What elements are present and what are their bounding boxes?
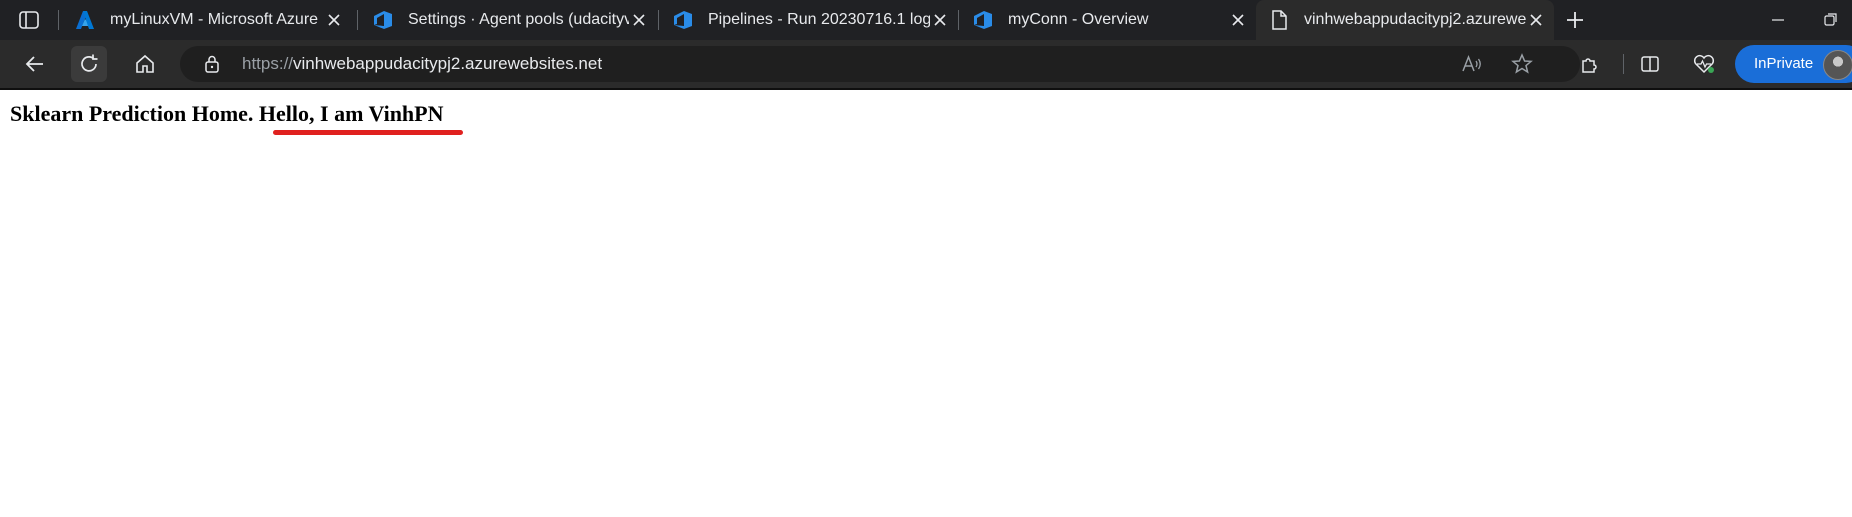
url-host: vinhwebappudacitypj2.azurewebsites.net	[293, 54, 603, 73]
close-icon[interactable]	[930, 10, 950, 30]
tab-separator	[958, 10, 959, 30]
avatar	[1823, 50, 1852, 80]
restore-icon[interactable]	[1820, 10, 1840, 30]
read-aloud-icon[interactable]	[1460, 52, 1484, 76]
tab-separator	[658, 10, 659, 30]
tab-title: Settings · Agent pools (udacityvi	[408, 11, 629, 28]
new-tab-button[interactable]	[1563, 8, 1587, 32]
azure-devops-icon	[372, 9, 394, 31]
heading-highlight: Hello, I am VinhPN	[258, 101, 444, 126]
extensions-button[interactable]	[1571, 46, 1607, 82]
tab-title: myLinuxVM - Microsoft Azure	[110, 11, 319, 28]
lock-icon[interactable]	[202, 54, 222, 74]
inprivate-label: InPrivate	[1754, 55, 1814, 72]
tab-separator	[357, 10, 358, 30]
url-text[interactable]: https://vinhwebappudacitypj2.azurewebsit…	[242, 46, 602, 82]
tab-title: vinhwebappudacitypj2.azurewebs	[1304, 11, 1526, 28]
tab-webapp-active[interactable]: vinhwebappudacitypj2.azurewebs	[1256, 0, 1554, 40]
address-bar[interactable]: https://vinhwebappudacitypj2.azurewebsit…	[180, 46, 1580, 82]
tab-strip: myLinuxVM - Microsoft Azure Settings · A…	[0, 0, 1852, 40]
tab-actions-icon[interactable]	[18, 10, 40, 30]
browser-toolbar: https://vinhwebappudacitypj2.azurewebsit…	[0, 40, 1852, 88]
inprivate-button[interactable]: InPrivate	[1735, 45, 1852, 83]
close-icon[interactable]	[324, 10, 344, 30]
heading-prefix: Sklearn Prediction Home.	[10, 101, 254, 126]
red-underline-annotation	[273, 130, 463, 135]
minimize-icon[interactable]	[1768, 10, 1788, 30]
url-scheme: https://	[242, 54, 294, 73]
page-icon	[1268, 9, 1290, 31]
back-button[interactable]	[17, 46, 53, 82]
toolbar-separator	[1623, 54, 1624, 74]
home-button[interactable]	[127, 46, 163, 82]
tab-title: myConn - Overview	[1008, 11, 1149, 28]
azure-devops-icon	[672, 9, 694, 31]
tab-pipelines[interactable]: Pipelines - Run 20230716.1 logs	[660, 0, 958, 40]
tab-azure-vm[interactable]: myLinuxVM - Microsoft Azure	[62, 0, 352, 40]
close-icon[interactable]	[1228, 10, 1248, 30]
tab-agent-pools[interactable]: Settings · Agent pools (udacityvi	[360, 0, 657, 40]
split-screen-button[interactable]	[1632, 46, 1668, 82]
favorite-star-icon[interactable]	[1510, 52, 1534, 76]
azure-devops-icon	[972, 9, 994, 31]
page-heading: Sklearn Prediction Home. Hello, I am Vin…	[10, 101, 444, 127]
tab-myconn[interactable]: myConn - Overview	[960, 0, 1256, 40]
azure-icon	[74, 9, 96, 31]
tab-separator	[58, 10, 59, 30]
tab-title: Pipelines - Run 20230716.1 logs	[708, 11, 930, 28]
browser-essentials-button[interactable]	[1686, 46, 1722, 82]
refresh-button[interactable]	[71, 46, 107, 82]
close-icon[interactable]	[1526, 10, 1546, 30]
close-icon[interactable]	[629, 10, 649, 30]
page-content: Sklearn Prediction Home. Hello, I am Vin…	[0, 90, 1852, 517]
